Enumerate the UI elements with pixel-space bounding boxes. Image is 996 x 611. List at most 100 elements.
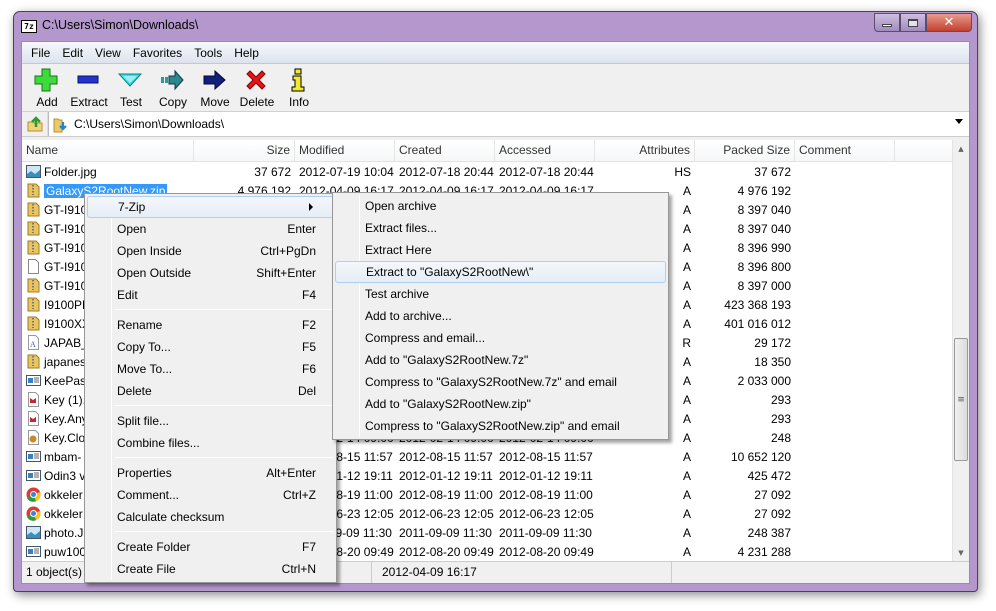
menu-item-shortcut: Alt+Enter — [266, 466, 316, 480]
table-row[interactable]: Folder.jpg 37 672 2012-07-19 10:04 2012-07-… — [22, 162, 969, 181]
menu-item-add-to-galaxys2rootnew-zip[interactable]: Add to "GalaxyS2RootNew.zip" — [333, 393, 668, 415]
column-header-packed-size[interactable]: Packed Size — [695, 140, 795, 161]
test-button[interactable]: Test — [110, 64, 152, 111]
menu-item-open-inside[interactable]: Open Inside Ctrl+PgDn — [85, 240, 336, 262]
menu-item-7-zip[interactable]: 7-Zip — [87, 196, 334, 218]
menu-item-label: Extract files... — [365, 221, 438, 235]
menu-item-extract-files[interactable]: Extract files... — [333, 217, 668, 239]
column-header-comment[interactable]: Comment — [795, 140, 895, 161]
test-icon — [117, 68, 144, 94]
toolbar-label: Extract — [70, 95, 108, 109]
menu-item-compress-to-galaxys2rootnew-7z-and-email[interactable]: Compress to "GalaxyS2RootNew.7z" and ema… — [333, 371, 668, 393]
close-button[interactable]: ✕ — [926, 13, 972, 32]
scroll-up-arrow-icon[interactable]: ▲ — [953, 140, 969, 157]
menu-item-extract-here[interactable]: Extract Here — [333, 239, 668, 261]
menu-item-edit[interactable]: Edit F4 — [85, 284, 336, 306]
delete-button[interactable]: Delete — [236, 64, 278, 111]
menu-item-add-to-galaxys2rootnew-7z[interactable]: Add to "GalaxyS2RootNew.7z" — [333, 349, 668, 371]
menu-item-combine-files[interactable]: Combine files... — [85, 432, 336, 454]
vertical-scrollbar[interactable]: ▲ ≡ ▼ — [952, 140, 969, 561]
menu-item-split-file[interactable]: Split file... — [85, 410, 336, 432]
extract-button[interactable]: Extract — [68, 64, 110, 111]
cell-packed: 18 350 — [754, 354, 791, 369]
cell-packed: 27 092 — [754, 506, 791, 521]
zip-file-icon — [26, 297, 41, 312]
column-header-name[interactable]: Name — [22, 140, 194, 161]
menu-item-shortcut: Shift+Enter — [256, 266, 316, 280]
cell-created: 2012-01-12 19:11 — [399, 468, 493, 483]
file-name: puw100 — [44, 544, 87, 559]
column-header-empty — [895, 140, 960, 161]
menu-file[interactable]: File — [25, 46, 56, 60]
menu-item-calculate-checksum[interactable]: Calculate checksum — [85, 506, 336, 528]
menu-tools[interactable]: Tools — [188, 46, 228, 60]
column-header-attributes[interactable]: Attributes — [595, 140, 695, 161]
maximize-button[interactable] — [900, 13, 926, 32]
file-name: photo.J — [44, 525, 84, 540]
menu-item-open-outside[interactable]: Open Outside Shift+Enter — [85, 262, 336, 284]
menu-item-label: Compress to "GalaxyS2RootNew.7z" and ema… — [365, 375, 617, 389]
file-name: mbam- — [44, 449, 82, 464]
minimize-button[interactable] — [874, 13, 900, 32]
scroll-down-arrow-icon[interactable]: ▼ — [953, 544, 969, 561]
cell-packed: 4 976 192 — [737, 183, 791, 198]
menu-item-compress-to-galaxys2rootnew-zip-and-email[interactable]: Compress to "GalaxyS2RootNew.zip" and em… — [333, 415, 668, 437]
up-folder-button[interactable] — [22, 112, 48, 136]
cell-packed: 8 396 800 — [737, 259, 791, 274]
cell-accessed: 2012-08-15 11:57 — [499, 449, 593, 464]
add-button[interactable]: Add — [26, 64, 68, 111]
zip-file-icon — [26, 202, 41, 217]
menu-item-test-archive[interactable]: Test archive — [333, 283, 668, 305]
file-name: Folder.jpg — [44, 164, 97, 179]
file-file-icon — [26, 259, 41, 274]
menu-item-add-to-archive[interactable]: Add to archive... — [333, 305, 668, 327]
font-file-icon: A — [26, 335, 41, 350]
menu-item-rename[interactable]: Rename F2 — [85, 314, 336, 336]
chrome-file-icon — [26, 487, 41, 502]
column-header-modified[interactable]: Modified — [295, 140, 395, 161]
menu-item-copy-to[interactable]: Copy To... F5 — [85, 336, 336, 358]
svg-text:A: A — [30, 340, 36, 349]
cell-packed: 425 472 — [747, 468, 791, 483]
info-button[interactable]: Info — [278, 64, 320, 111]
menu-view[interactable]: View — [89, 46, 127, 60]
title-bar[interactable]: 7z C:\Users\Simon\Downloads\ ✕ — [14, 12, 977, 41]
address-dropdown-icon[interactable] — [955, 119, 963, 124]
column-header-created[interactable]: Created — [395, 140, 495, 161]
menu-item-properties[interactable]: Properties Alt+Enter — [85, 462, 336, 484]
cell-packed: 8 397 040 — [737, 221, 791, 236]
exe-file-icon — [26, 449, 41, 464]
column-header-accessed[interactable]: Accessed — [495, 140, 595, 161]
menu-edit[interactable]: Edit — [56, 46, 89, 60]
context-menu: 7-Zip Open Enter Open Inside Ctrl+PgDn Open O… — [84, 193, 337, 583]
menu-help[interactable]: Help — [228, 46, 265, 60]
cell-accessed: 2012-01-12 19:11 — [499, 468, 593, 483]
window-title: C:\Users\Simon\Downloads\ — [42, 18, 199, 32]
menu-item-open-archive[interactable]: Open archive — [333, 195, 668, 217]
maximize-icon — [908, 18, 918, 27]
menu-item-delete[interactable]: Delete Del — [85, 380, 336, 402]
menu-item-open[interactable]: Open Enter — [85, 218, 336, 240]
file-name: KeePas — [44, 373, 87, 388]
copy-button[interactable]: Copy — [152, 64, 194, 111]
cell-created: 2011-09-09 11:30 — [399, 525, 492, 540]
address-path: C:\Users\Simon\Downloads\ — [74, 117, 225, 131]
menu-item-label: 7-Zip — [118, 200, 146, 214]
cell-accessed: 2012-06-23 12:05 — [499, 506, 594, 521]
move-button[interactable]: Move — [194, 64, 236, 111]
menu-item-comment[interactable]: Comment... Ctrl+Z — [85, 484, 336, 506]
column-header-size[interactable]: Size — [194, 140, 295, 161]
menu-item-create-file[interactable]: Create File Ctrl+N — [85, 558, 336, 580]
menu-item-label: Rename — [117, 318, 163, 332]
scroll-thumb[interactable]: ≡ — [954, 338, 968, 461]
menu-item-label: Open Outside — [117, 266, 192, 280]
cell-attr: A — [682, 449, 691, 464]
cell-created: 2012-07-18 20:44 — [399, 164, 494, 179]
address-input[interactable]: C:\Users\Simon\Downloads\ — [48, 112, 969, 136]
menu-item-move-to[interactable]: Move To... F6 — [85, 358, 336, 380]
menu-item-create-folder[interactable]: Create Folder F7 — [85, 536, 336, 558]
menu-item-extract-to-galaxys2rootnew[interactable]: Extract to "GalaxyS2RootNew\" — [335, 261, 666, 283]
app-7zip-icon: 7z — [21, 20, 37, 33]
menu-favorites[interactable]: Favorites — [127, 46, 188, 60]
menu-item-compress-and-email[interactable]: Compress and email... — [333, 327, 668, 349]
